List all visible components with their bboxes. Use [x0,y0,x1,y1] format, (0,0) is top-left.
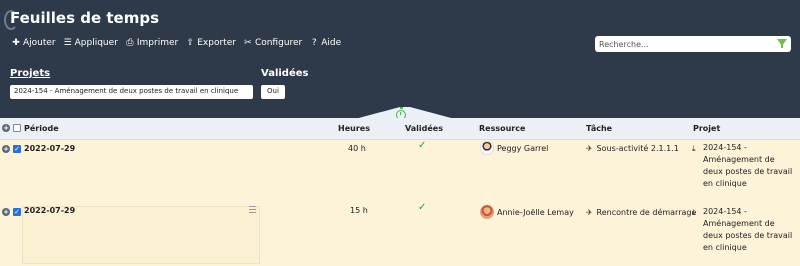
col-tache[interactable]: Tâche [586,124,612,133]
row-hours: 15 h [350,206,368,215]
export-label: Exporter [197,38,236,48]
row-date: 2022-07-29 [24,206,76,215]
expand-row-icon[interactable]: + [2,145,10,153]
pin-icon: ✈ [586,208,593,217]
search-input[interactable] [599,38,769,50]
table-row[interactable]: + ✓ 2022-07-29 40 h ✓ Peggy Garrel ✈ Sou… [0,140,800,200]
avatar [480,205,494,219]
toolbar: ✚ Ajouter ☰ Appliquer ⎙ Imprimer ⇪ Expor… [11,38,341,48]
filter-validees-label: Validées [261,68,309,79]
row-checkbox[interactable]: ✓ [13,145,21,153]
add-button[interactable]: ✚ Ajouter [11,38,56,48]
col-heures[interactable]: Heures [338,124,370,133]
page-title: Feuilles de temps [10,9,160,27]
expand-row-icon[interactable]: + [2,208,10,216]
print-label: Imprimer [136,38,179,48]
col-validees[interactable]: Validées [405,124,443,133]
pin-icon: ✈ [586,144,593,153]
validated-check-icon: ✓ [418,202,427,213]
apply-label: Appliquer [74,38,118,48]
col-projet[interactable]: Projet [693,124,720,133]
list-icon: ☰ [63,38,72,48]
apply-button[interactable]: ☰ Appliquer [63,38,118,48]
row-task-label: Sous-activité 2.1.1.1 [596,144,679,153]
filter-validees-chip[interactable]: Oui [261,85,285,99]
print-button[interactable]: ⎙ Imprimer [125,38,178,48]
row-task-label: Rencontre de démarrage [596,208,697,217]
row-resource[interactable]: Peggy Garrel [497,144,548,153]
row-hours: 40 h [348,144,366,153]
drag-handle-icon[interactable] [249,206,256,213]
project-icon: ⤓ [692,144,696,153]
question-icon: ? [311,38,317,48]
project-icon: ⤓ [692,208,696,217]
help-label: Aide [321,38,342,48]
export-icon: ⇪ [186,38,194,48]
top-header: Feuilles de temps ✚ Ajouter ☰ Appliquer … [0,0,800,119]
search-box [595,36,791,52]
wrench-icon: ✂ [244,38,252,48]
printer-icon: ⎙ [126,38,134,48]
configure-label: Configurer [254,38,303,48]
table-header: + Période Heures Validées Ressource Tâch… [0,118,800,140]
configure-button[interactable]: ✂ Configurer [243,38,302,48]
plus-icon: ✚ [12,38,20,48]
export-button[interactable]: ⇪ Exporter [185,38,236,48]
row-project[interactable]: 2024-154 - Aménagement de deux postes de… [703,206,793,254]
expand-all-icon[interactable]: + [2,124,10,132]
row-checkbox[interactable]: ✓ [13,208,21,216]
help-button[interactable]: ? Aide [309,38,341,48]
col-ressource[interactable]: Ressource [479,124,525,133]
row-task[interactable]: ✈ Sous-activité 2.1.1.1 [586,144,679,153]
col-periode[interactable]: Période [24,124,59,133]
avatar [480,141,494,155]
row-resource[interactable]: Annie-Joëlle Lemay [497,208,574,217]
row-date: 2022-07-29 [24,144,76,153]
add-label: Ajouter [23,38,56,48]
filter-projets-chip[interactable]: 2024-154 - Aménagement de deux postes de… [10,85,253,99]
select-all-checkbox[interactable] [13,124,21,132]
row-task[interactable]: ✈ Rencontre de démarrage [586,208,696,217]
filter-icon[interactable] [777,39,787,48]
validated-check-icon: ✓ [418,140,427,151]
filter-projets-label[interactable]: Projets [10,68,50,79]
row-project[interactable]: 2024-154 - Aménagement de deux postes de… [703,142,793,190]
table-row[interactable]: + ✓ 2022-07-29 15 h ✓ Annie-Joëlle Lemay… [0,200,800,266]
